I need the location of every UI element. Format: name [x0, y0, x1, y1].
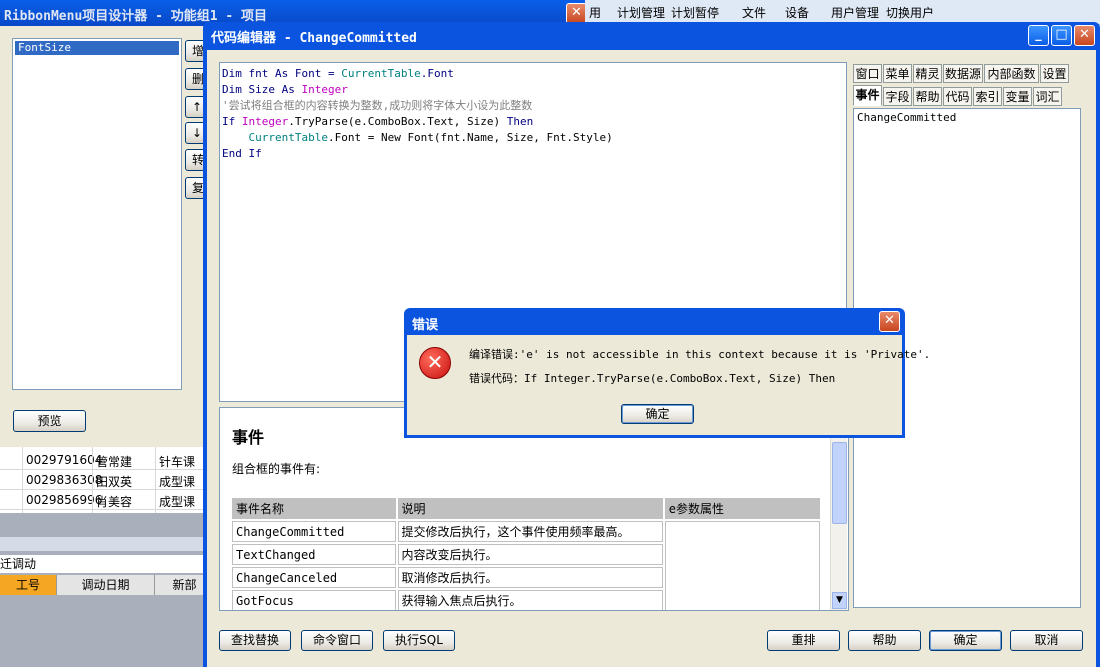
list-item[interactable]: FontSize: [15, 41, 179, 55]
tab-精灵[interactable]: 精灵: [913, 64, 942, 83]
designer-window: RibbonMenu项目设计器 - 功能组1 - 项目 FontSize 增删 ↑…: [0, 0, 590, 445]
preview-button[interactable]: 预览: [13, 410, 86, 432]
grid-cell: 0029791604: [26, 453, 103, 467]
tab-事件[interactable]: 事件: [853, 85, 882, 106]
grid-header[interactable]: 工号: [0, 575, 57, 595]
close-icon[interactable]: ✕: [1074, 25, 1095, 46]
bottom-left-button[interactable]: 命令窗口: [301, 630, 373, 651]
bottom-left-button[interactable]: 查找替换: [219, 630, 291, 651]
bottom-right-button[interactable]: 取消: [1010, 630, 1083, 651]
table-cell: 内容改变后执行。: [397, 544, 663, 565]
table-cell: ChangeCanceled: [232, 567, 396, 588]
help-scrollbar[interactable]: ▼: [830, 408, 847, 610]
code-line: If Integer.TryParse(e.ComboBox.Text, Siz…: [222, 114, 846, 130]
code-token: '尝试将组合框的内容转换为整数,成功则将字体大小设为此整数: [222, 99, 533, 112]
code-token: Then: [506, 115, 534, 128]
table-header: 说明: [397, 498, 663, 519]
error-ok-button[interactable]: 确定: [621, 404, 694, 424]
error-dialog-title: 错误: [412, 318, 439, 333]
grid-cell: 肖美容: [96, 495, 133, 509]
error-message: 编译错误:'e' is not accessible in this conte…: [469, 348, 931, 361]
table-header: e参数属性: [664, 498, 820, 519]
ribbon-menu-item[interactable]: 计划暂停: [671, 4, 719, 21]
code-token: CurrentTable: [222, 131, 328, 144]
grid-cell: 成型课: [159, 475, 196, 489]
code-line: CurrentTable.Font = New Font(fnt.Name, S…: [222, 130, 846, 146]
table-cell: GotFocus: [232, 590, 396, 610]
tab-变量[interactable]: 变量: [1003, 87, 1032, 106]
code-token: Integer: [301, 83, 348, 96]
grid-cell: 田双英: [96, 475, 133, 489]
code-line: End If: [222, 146, 846, 162]
designer-close-icon[interactable]: ✕: [566, 3, 587, 24]
ribbon-menu-item[interactable]: 文件: [742, 4, 766, 21]
error-close-icon[interactable]: ✕: [879, 311, 900, 332]
tab-窗口[interactable]: 窗口: [853, 64, 882, 83]
code-line: '尝试将组合框的内容转换为整数,成功则将字体大小设为此整数: [222, 98, 846, 114]
bottom-right-button[interactable]: 帮助: [848, 630, 921, 651]
code-token: Dim fnt As Font =: [222, 67, 342, 80]
ribbon-menu-item[interactable]: 设备: [785, 4, 809, 21]
tab-内部函数[interactable]: 内部函数: [984, 64, 1039, 83]
code-token: CurrentTable: [341, 67, 421, 80]
tab-帮助[interactable]: 帮助: [913, 87, 942, 106]
code-token: Integer: [241, 115, 289, 128]
code-editor-title: 代码编辑器 - ChangeCommitted: [211, 31, 417, 46]
error-dialog-body: ✕ 编译错误:'e' is not accessible in this con…: [407, 335, 930, 435]
ribbon-menu-item[interactable]: 切换用户: [886, 4, 934, 21]
scroll-thumb[interactable]: [832, 442, 847, 524]
tab-代码[interactable]: 代码: [943, 87, 972, 106]
table-cell: 取消修改后执行。: [397, 567, 663, 588]
grid-cell: 针车课: [159, 455, 196, 469]
tab-设置[interactable]: 设置: [1040, 64, 1069, 83]
code-token: If: [222, 115, 242, 128]
grid-cell: 管常建: [96, 455, 133, 469]
table-row: ChangeCommitted 提交修改后执行，这个事件使用频率最高。: [232, 521, 820, 610]
bottom-right-button[interactable]: 重排: [767, 630, 840, 651]
grid-header[interactable]: 调动日期: [57, 575, 155, 595]
tab-数据源[interactable]: 数据源: [943, 64, 983, 83]
event-item[interactable]: ChangeCommitted: [857, 111, 1077, 124]
bottom-right-button[interactable]: 确定: [929, 630, 1002, 651]
background-grid: 0029791604 管常建 针车课 0029836308 田双英 成型课 00298569…: [0, 447, 215, 667]
table-header: 事件名称: [232, 498, 396, 519]
grid-cell: 成型课: [159, 495, 196, 509]
bottom-left-button[interactable]: 执行SQL: [383, 630, 455, 651]
item-list[interactable]: FontSize: [12, 38, 182, 390]
ribbon-menu-item[interactable]: 计划管理: [617, 4, 665, 21]
maximize-icon[interactable]: □: [1051, 25, 1072, 46]
code-line: Dim Size As Integer: [222, 82, 846, 98]
table-cell: [664, 521, 820, 610]
tab-字段[interactable]: 字段: [883, 87, 912, 106]
table-cell: 获得输入焦点后执行。: [397, 590, 663, 610]
table-cell: 提交修改后执行，这个事件使用频率最高。: [397, 521, 663, 542]
code-token: Dim Size As: [222, 83, 302, 96]
grid-cell: 0029836308: [26, 473, 103, 487]
code-token: .TryParse(e.ComboBox.Text, Size): [288, 115, 507, 128]
tab-菜单[interactable]: 菜单: [883, 64, 912, 83]
minimize-icon[interactable]: _: [1028, 25, 1049, 46]
error-icon: ✕: [419, 347, 451, 379]
help-intro: 组合框的事件有:: [232, 462, 321, 476]
tab-索引[interactable]: 索引: [973, 87, 1002, 106]
ribbon-menu-item[interactable]: 用: [589, 4, 601, 21]
tab-词汇[interactable]: 词汇: [1033, 87, 1062, 106]
grid-cell: 0029856996: [26, 493, 103, 507]
scroll-down-icon[interactable]: ▼: [832, 592, 847, 609]
transfer-section-label: 迁调动: [0, 555, 205, 573]
help-title: 事件: [232, 428, 265, 447]
table-cell: ChangeCommitted: [232, 521, 396, 542]
event-table: 事件名称 说明 e参数属性 ChangeCommitted 提交修改后执行，这个事件使…: [230, 496, 822, 610]
ribbon-menu-item[interactable]: 用户管理: [831, 4, 879, 21]
code-token: End If: [222, 147, 262, 160]
error-dialog: 错误 ✕ ✕ 编译错误:'e' is not accessible in thi…: [404, 308, 930, 438]
table-cell: TextChanged: [232, 544, 396, 565]
code-token: .Font: [420, 67, 454, 80]
code-line: Dim fnt As Font = CurrentTable.Font: [222, 66, 846, 82]
code-token: .Font = New Font(fnt.Name, Size, Fnt.Sty…: [327, 131, 613, 144]
error-code: 错误代码：If Integer.TryParse(e.ComboBox.Text…: [469, 372, 836, 385]
